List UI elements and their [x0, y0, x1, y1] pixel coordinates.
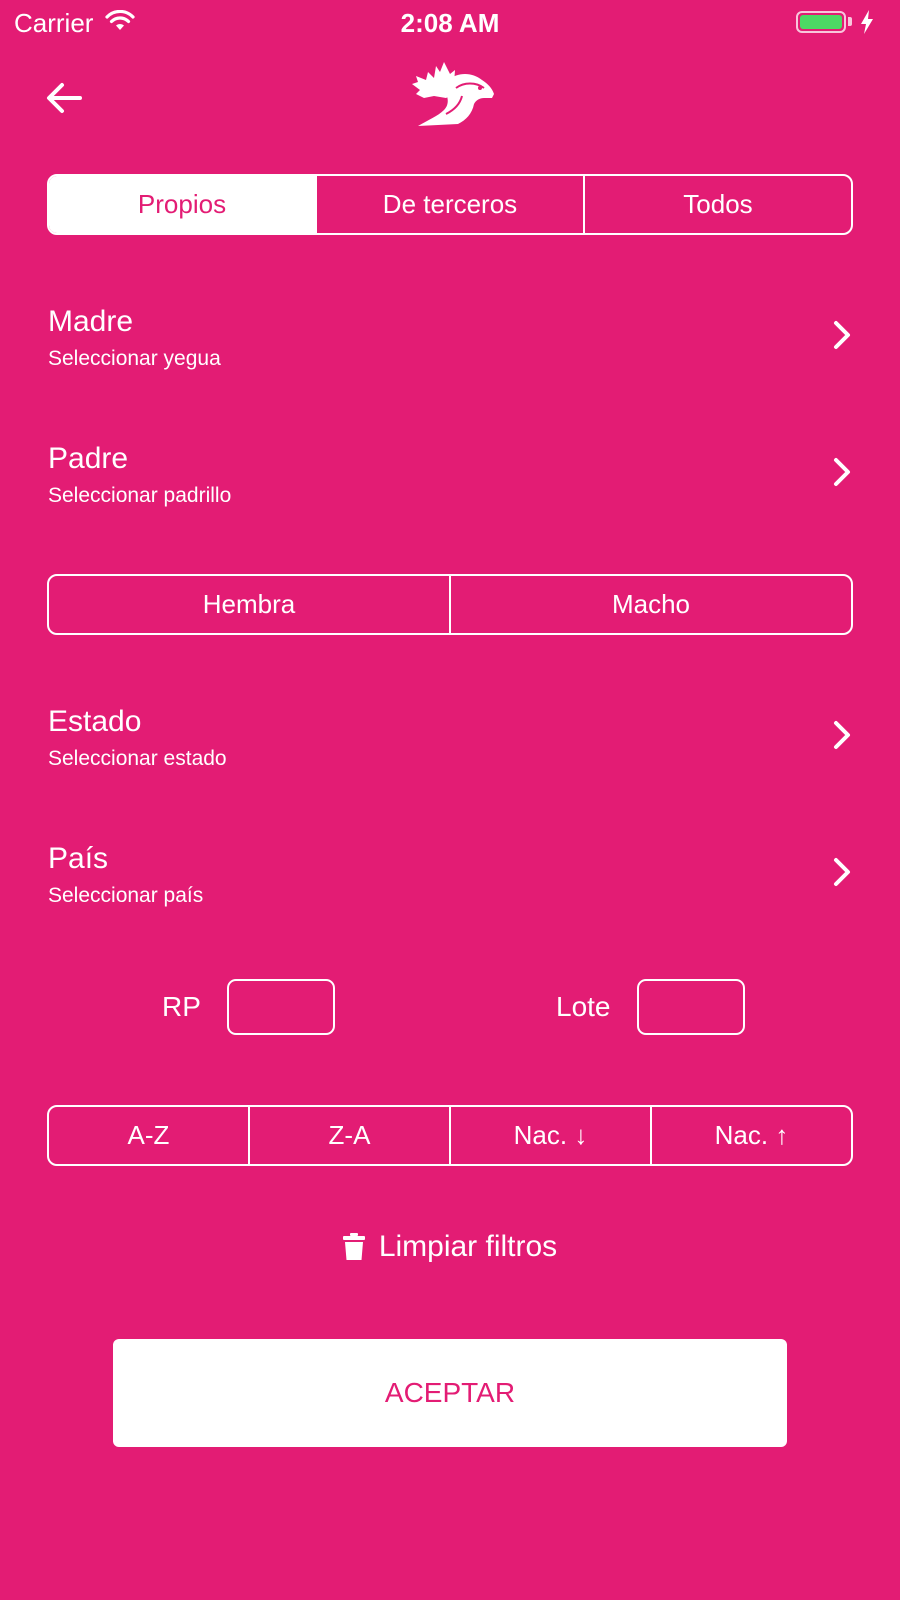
- battery-level: [800, 15, 842, 29]
- pais-subtitle: Seleccionar país: [48, 884, 204, 907]
- sort-z-a[interactable]: Z-A: [248, 1107, 449, 1164]
- lote-input[interactable]: [637, 979, 745, 1035]
- padre-title: Padre: [48, 442, 129, 475]
- accept-button[interactable]: ACEPTAR: [113, 1339, 787, 1447]
- madre-row[interactable]: Madre Seleccionar yegua: [48, 304, 854, 384]
- madre-title: Madre: [48, 305, 134, 338]
- option-hembra[interactable]: Hembra: [49, 576, 449, 633]
- padre-row[interactable]: Padre Seleccionar padrillo: [48, 441, 854, 521]
- chevron-right-icon: [834, 721, 850, 749]
- madre-subtitle: Seleccionar yegua: [48, 347, 221, 370]
- charging-bolt-icon: [861, 10, 873, 34]
- ownership-segmented-control: Propios De terceros Todos: [47, 174, 853, 235]
- sex-segmented-control: Hembra Macho: [47, 574, 853, 635]
- rp-label: RP: [162, 991, 201, 1022]
- chevron-right-icon: [834, 321, 850, 349]
- status-time: 2:08 AM: [400, 8, 500, 38]
- maple-leaf-horse-logo-icon: [412, 62, 494, 126]
- tab-propios[interactable]: Propios: [49, 176, 315, 233]
- back-arrow-icon[interactable]: [44, 78, 84, 118]
- sort-nac-desc[interactable]: Nac. ↓: [449, 1107, 650, 1164]
- padre-subtitle: Seleccionar padrillo: [48, 484, 232, 507]
- sort-nac-asc[interactable]: Nac. ↑: [650, 1107, 851, 1164]
- chevron-right-icon: [834, 858, 850, 886]
- sort-a-z[interactable]: A-Z: [49, 1107, 248, 1164]
- trash-icon: [342, 1233, 365, 1260]
- estado-subtitle: Seleccionar estado: [48, 747, 227, 770]
- clear-filters-button[interactable]: Limpiar filtros: [0, 1230, 900, 1264]
- option-macho[interactable]: Macho: [449, 576, 851, 633]
- estado-row[interactable]: Estado Seleccionar estado: [48, 704, 854, 784]
- chevron-right-icon: [834, 458, 850, 486]
- pais-title: País: [48, 842, 109, 875]
- sort-segmented-control: A-Z Z-A Nac. ↓ Nac. ↑: [47, 1105, 853, 1166]
- battery-icon: [796, 11, 846, 33]
- pais-row[interactable]: País Seleccionar país: [48, 841, 854, 921]
- battery-tip: [848, 17, 852, 26]
- estado-title: Estado: [48, 705, 142, 738]
- lote-label: Lote: [556, 991, 611, 1022]
- rp-input[interactable]: [227, 979, 335, 1035]
- tab-de-terceros[interactable]: De terceros: [315, 176, 583, 233]
- clear-filters-label: Limpiar filtros: [378, 1230, 558, 1263]
- tab-todos[interactable]: Todos: [583, 176, 851, 233]
